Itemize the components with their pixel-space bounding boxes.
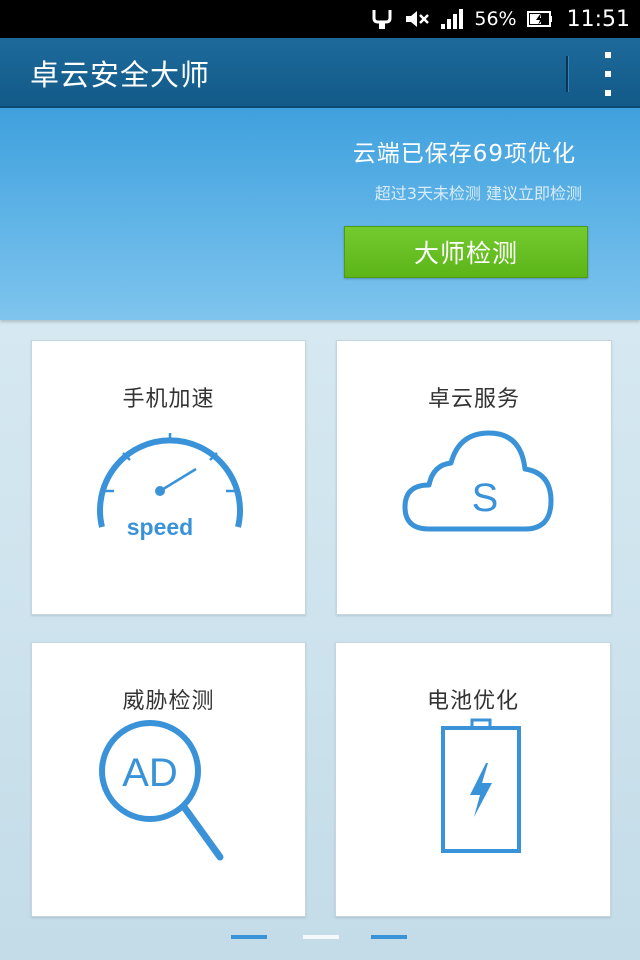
battery-percent: 56%: [474, 8, 517, 30]
app-title: 卓云安全大师: [30, 58, 211, 92]
clock: 11:51: [566, 6, 630, 32]
card-title: 手机加速: [122, 387, 215, 412]
cloud-s-label: S: [472, 476, 499, 520]
page-indicator: [0, 935, 640, 939]
page-dot-2[interactable]: [303, 935, 339, 939]
app-bar: 卓云安全大师: [0, 38, 640, 108]
status-panel: 云端已保存69项优化 超过3天未检测 建议立即检测 大师检测: [0, 108, 640, 320]
page-dot-1[interactable]: [231, 935, 267, 939]
ad-magnifier-icon: AD: [99, 720, 224, 861]
card-title: 威胁检测: [122, 689, 215, 714]
threat-detection-card[interactable]: 威胁检测 AD: [31, 642, 306, 917]
card-title: 卓云服务: [427, 387, 520, 412]
status-bar: 56% 11:51: [0, 0, 640, 38]
cloud-service-icon: S: [402, 430, 554, 532]
battery-charging-icon: [526, 7, 553, 31]
ad-label: AD: [122, 751, 178, 795]
phone-boost-card[interactable]: 手机加速 speed: [31, 340, 306, 615]
speed-label: speed: [127, 514, 193, 540]
card-title: 电池优化: [426, 689, 519, 714]
battery-bolt-icon: [441, 718, 521, 853]
optimization-summary: 云端已保存69项优化: [352, 141, 576, 167]
battery-optimize-card[interactable]: 电池优化: [335, 642, 611, 917]
mute-icon: [404, 7, 430, 31]
cloud-service-card[interactable]: 卓云服务 S: [336, 340, 612, 615]
overflow-menu-icon[interactable]: [594, 52, 622, 96]
page-dot-3[interactable]: [371, 935, 407, 939]
master-check-button[interactable]: 大师检测: [344, 226, 588, 278]
usb-debug-icon: [370, 7, 394, 31]
appbar-divider: [566, 56, 569, 92]
check-reminder: 超过3天未检测 建议立即检测: [374, 184, 582, 203]
speedometer-icon: speed: [97, 433, 243, 540]
signal-icon: [440, 7, 464, 31]
